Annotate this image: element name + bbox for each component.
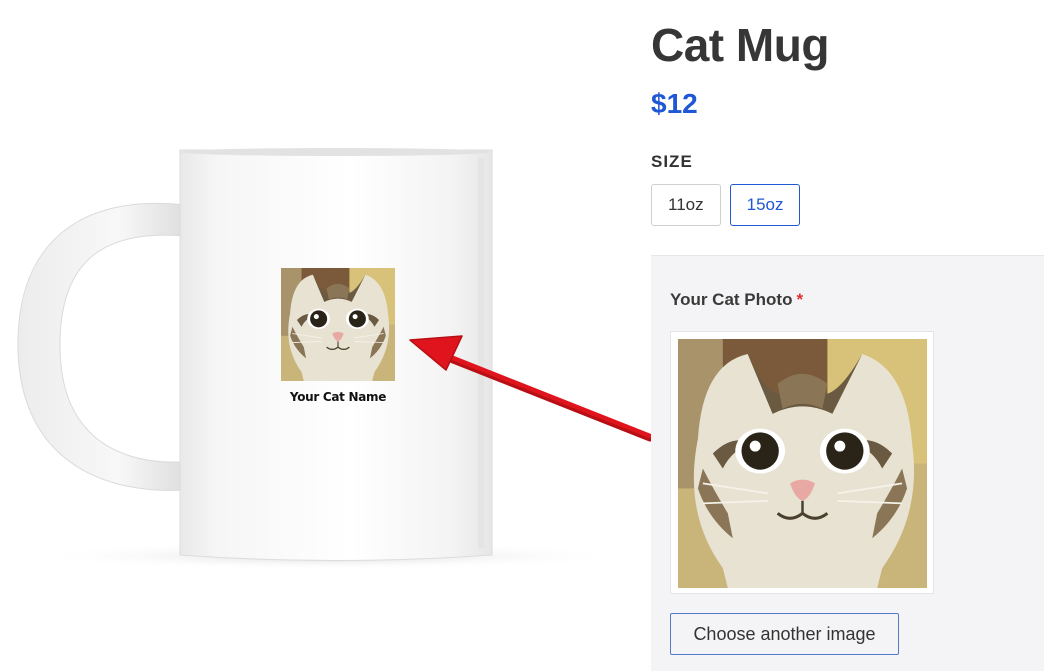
required-asterisk: *	[796, 290, 804, 309]
size-option-11oz[interactable]: 11oz	[651, 184, 721, 226]
cat-photo-label-text: Your Cat Photo	[670, 290, 793, 309]
choose-another-image-button[interactable]: Choose another image	[670, 613, 899, 655]
product-page: Your Cat Name Cat Mug $12 SIZE 11oz 15oz…	[0, 0, 1044, 671]
size-option-15oz[interactable]: 15oz	[729, 184, 801, 226]
mug-cat-name-text: Your Cat Name	[289, 390, 387, 404]
uploaded-cat-photo	[678, 339, 927, 588]
product-price: $12	[651, 88, 698, 119]
size-label: SIZE	[651, 152, 693, 171]
mug-preview: Your Cat Name	[0, 0, 654, 671]
product-title: Cat Mug	[651, 19, 829, 71]
mug-cat-photo	[281, 268, 395, 381]
uploaded-photo-preview	[670, 331, 934, 594]
cat-photo-label: Your Cat Photo *	[670, 290, 803, 310]
size-options: 11oz 15oz	[651, 184, 801, 226]
customization-panel: Your Cat Photo * Choose another image	[651, 255, 1044, 671]
